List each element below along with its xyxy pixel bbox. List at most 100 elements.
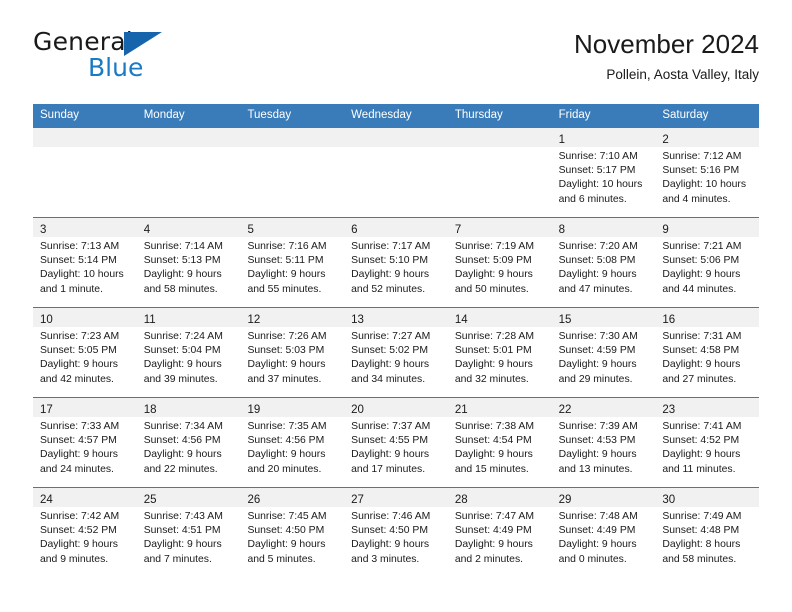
calendar-week-row: 17 Sunrise: 7:33 AM Sunset: 4:57 PM Dayligh… xyxy=(33,397,760,487)
calendar-day-cell[interactable]: 26 Sunrise: 7:45 AM Sunset: 4:50 PM Dayligh… xyxy=(240,487,345,577)
calendar-day-cell[interactable]: 16 Sunrise: 7:31 AM Sunset: 4:58 PM Dayligh… xyxy=(655,307,760,397)
day-number: 4 xyxy=(143,224,151,236)
day-details: Sunrise: 7:41 AM Sunset: 4:52 PM Daylight:… xyxy=(655,417,759,477)
daylight-text-line1: Daylight: 9 hours xyxy=(558,359,637,371)
calendar-day-cell[interactable]: 4 Sunrise: 7:14 AM Sunset: 5:13 PM Daylight… xyxy=(136,217,241,307)
calendar-day-cell[interactable]: 19 Sunrise: 7:35 AM Sunset: 4:56 PM Dayligh… xyxy=(240,397,345,487)
calendar-day-cell[interactable]: 30 Sunrise: 7:49 AM Sunset: 4:48 PM Dayligh… xyxy=(655,487,760,577)
daylight-text-line1: Daylight: 9 hours xyxy=(454,539,533,551)
day-number-band: 9 xyxy=(655,218,760,237)
day-number-band xyxy=(33,128,137,147)
day-details: Sunrise: 7:37 AM Sunset: 4:55 PM Daylight:… xyxy=(344,417,448,477)
calendar-day-cell[interactable]: 18 Sunrise: 7:34 AM Sunset: 4:56 PM Dayligh… xyxy=(136,397,241,487)
day-number-band: 8 xyxy=(551,218,656,237)
day-number: 11 xyxy=(143,314,156,326)
sunset-text: Sunset: 4:52 PM xyxy=(662,435,740,447)
calendar-day-cell[interactable]: 9 Sunrise: 7:21 AM Sunset: 5:06 PM Daylight… xyxy=(655,217,760,307)
day-number: 10 xyxy=(40,314,53,326)
sunset-text: Sunset: 4:50 PM xyxy=(247,525,325,537)
sunset-text: Sunset: 5:01 PM xyxy=(454,345,532,357)
calendar-day-cell[interactable]: 7 Sunrise: 7:19 AM Sunset: 5:09 PM Daylight… xyxy=(447,217,552,307)
day-details: Sunrise: 7:45 AM Sunset: 4:50 PM Daylight:… xyxy=(240,507,344,567)
sunrise-text: Sunrise: 7:24 AM xyxy=(143,331,223,342)
calendar-day-cell[interactable]: 25 Sunrise: 7:43 AM Sunset: 4:51 PM Dayligh… xyxy=(136,487,241,577)
calendar-day-cell[interactable]: 8 Sunrise: 7:20 AM Sunset: 5:08 PM Daylight… xyxy=(551,217,656,307)
calendar-day-cell[interactable]: 21 Sunrise: 7:38 AM Sunset: 4:54 PM Dayligh… xyxy=(447,397,552,487)
calendar-day-cell[interactable]: 6 Sunrise: 7:17 AM Sunset: 5:10 PM Daylight… xyxy=(344,217,448,307)
day-number: 9 xyxy=(662,224,669,236)
sunrise-text: Sunrise: 7:23 AM xyxy=(40,331,120,342)
day-number: 29 xyxy=(558,494,572,506)
day-details: Sunrise: 7:49 AM Sunset: 4:48 PM Daylight:… xyxy=(655,507,759,567)
sunrise-text: Sunrise: 7:30 AM xyxy=(558,331,638,342)
calendar-day-cell[interactable]: 27 Sunrise: 7:46 AM Sunset: 4:50 PM Dayligh… xyxy=(344,487,448,577)
daylight-text-line1: Daylight: 9 hours xyxy=(247,539,326,551)
calendar-day-cell[interactable]: 3 Sunrise: 7:13 AM Sunset: 5:14 PM Daylight… xyxy=(33,217,137,307)
calendar-day-cell[interactable]: 5 Sunrise: 7:16 AM Sunset: 5:11 PM Daylight… xyxy=(240,217,345,307)
calendar-day-cell[interactable]: 24 Sunrise: 7:42 AM Sunset: 4:52 PM Dayligh… xyxy=(33,487,137,577)
day-details: Sunrise: 7:21 AM Sunset: 5:06 PM Daylight:… xyxy=(655,237,759,297)
daylight-text-line1: Daylight: 9 hours xyxy=(454,359,533,371)
calendar-day-cell[interactable]: 17 Sunrise: 7:33 AM Sunset: 4:57 PM Dayligh… xyxy=(33,397,137,487)
daylight-text-line1: Daylight: 9 hours xyxy=(662,449,741,461)
sunrise-text: Sunrise: 7:33 AM xyxy=(40,421,120,432)
day-number: 15 xyxy=(558,314,572,326)
day-details: Sunrise: 7:34 AM Sunset: 4:56 PM Daylight:… xyxy=(137,417,241,477)
day-number-band: 13 xyxy=(344,308,448,327)
daylight-text-line1: Daylight: 9 hours xyxy=(558,449,637,461)
sunrise-text: Sunrise: 7:37 AM xyxy=(351,421,431,432)
sunrise-text: Sunrise: 7:10 AM xyxy=(558,151,638,162)
calendar-day-cell[interactable]: 2 Sunrise: 7:12 AM Sunset: 5:16 PM Daylight… xyxy=(655,127,760,217)
day-number-band: 12 xyxy=(240,308,345,327)
calendar-day-cell[interactable]: 22 Sunrise: 7:39 AM Sunset: 4:53 PM Dayligh… xyxy=(551,397,656,487)
sunset-text: Sunset: 4:49 PM xyxy=(558,525,636,537)
day-details: Sunrise: 7:12 AM Sunset: 5:16 PM Daylight:… xyxy=(655,147,759,207)
calendar-day-cell[interactable]: 23 Sunrise: 7:41 AM Sunset: 4:52 PM Dayligh… xyxy=(655,397,760,487)
day-number: 14 xyxy=(454,314,468,326)
day-number: 1 xyxy=(558,134,565,146)
daylight-text-line2: and 55 minutes. xyxy=(247,283,322,295)
page-title: November 2024 xyxy=(574,29,759,59)
day-details: Sunrise: 7:48 AM Sunset: 4:49 PM Daylight:… xyxy=(552,507,656,567)
calendar-day-cell[interactable]: 15 Sunrise: 7:30 AM Sunset: 4:59 PM Dayligh… xyxy=(551,307,656,397)
calendar-day-cell[interactable]: 1 Sunrise: 7:10 AM Sunset: 5:17 PM Daylight… xyxy=(551,127,656,217)
day-number-band: 11 xyxy=(136,308,241,327)
daylight-text-line2: and 6 minutes. xyxy=(558,193,627,205)
calendar-day-cell[interactable]: 12 Sunrise: 7:26 AM Sunset: 5:03 PM Dayligh… xyxy=(240,307,345,397)
sunrise-text: Sunrise: 7:20 AM xyxy=(558,241,638,252)
day-number-band: 4 xyxy=(136,218,241,237)
daylight-text-line2: and 32 minutes. xyxy=(454,373,529,385)
calendar-day-cell[interactable]: 11 Sunrise: 7:24 AM Sunset: 5:04 PM Dayligh… xyxy=(136,307,241,397)
calendar-day-cell[interactable]: 14 Sunrise: 7:28 AM Sunset: 5:01 PM Dayligh… xyxy=(447,307,552,397)
daylight-text-line1: Daylight: 8 hours xyxy=(662,539,741,551)
brand-name-general: General xyxy=(33,27,133,56)
day-details: Sunrise: 7:33 AM Sunset: 4:57 PM Daylight:… xyxy=(33,417,137,477)
daylight-text-line1: Daylight: 10 hours xyxy=(40,269,124,281)
sunrise-text: Sunrise: 7:21 AM xyxy=(662,241,742,252)
calendar-day-cell[interactable]: 28 Sunrise: 7:47 AM Sunset: 4:49 PM Dayligh… xyxy=(447,487,552,577)
calendar-cell-empty xyxy=(136,127,241,217)
day-number: 3 xyxy=(40,224,47,236)
calendar-day-cell[interactable]: 20 Sunrise: 7:37 AM Sunset: 4:55 PM Dayligh… xyxy=(344,397,448,487)
day-details: Sunrise: 7:13 AM Sunset: 5:14 PM Daylight:… xyxy=(33,237,137,297)
day-number-band: 6 xyxy=(344,218,448,237)
day-number-band: 10 xyxy=(33,308,137,327)
sunrise-text: Sunrise: 7:47 AM xyxy=(454,511,535,522)
day-number-band: 19 xyxy=(240,398,345,417)
daylight-text-line2: and 58 minutes. xyxy=(143,283,218,295)
location-subtitle: Pollein, Aosta Valley, Italy xyxy=(606,67,759,82)
day-number: 19 xyxy=(247,404,261,416)
calendar-week-row: 1 Sunrise: 7:10 AM Sunset: 5:17 PM Daylight… xyxy=(33,127,760,217)
day-details: Sunrise: 7:23 AM Sunset: 5:05 PM Daylight:… xyxy=(33,327,137,387)
daylight-text-line2: and 50 minutes. xyxy=(454,283,529,295)
brand-logo[interactable]: General Blue xyxy=(33,28,273,90)
daylight-text-line1: Daylight: 9 hours xyxy=(351,449,430,461)
calendar-day-cell[interactable]: 29 Sunrise: 7:48 AM Sunset: 4:49 PM Dayligh… xyxy=(551,487,656,577)
day-number-band: 24 xyxy=(33,488,137,507)
daylight-text-line1: Daylight: 9 hours xyxy=(454,269,533,281)
calendar-day-cell[interactable]: 10 Sunrise: 7:23 AM Sunset: 5:05 PM Dayligh… xyxy=(33,307,137,397)
calendar-day-cell[interactable]: 13 Sunrise: 7:27 AM Sunset: 5:02 PM Dayligh… xyxy=(344,307,448,397)
daylight-text-line1: Daylight: 9 hours xyxy=(662,269,741,281)
calendar-cell-empty xyxy=(344,127,448,217)
sunrise-text: Sunrise: 7:46 AM xyxy=(351,511,431,522)
